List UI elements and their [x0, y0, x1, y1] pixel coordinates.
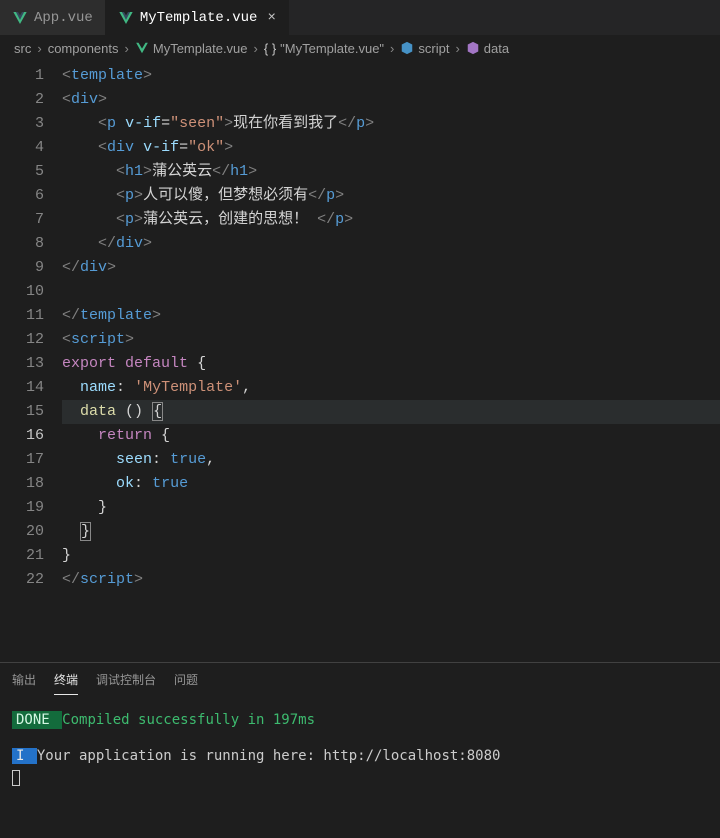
code-line: <div v-if="ok"> — [62, 136, 720, 160]
panel-tab-terminal[interactable]: 终端 — [54, 671, 78, 695]
cube-icon — [400, 41, 414, 55]
breadcrumb[interactable]: src › components › MyTemplate.vue › { } … — [0, 36, 720, 60]
vue-icon — [135, 41, 149, 55]
code-line: <template> — [62, 64, 720, 88]
line-number-gutter: 1 2 3 4 5 6 7 8 9 10 11 12 13 14 15 16 1… — [0, 60, 62, 662]
code-line: </div> — [62, 256, 720, 280]
tab-label: MyTemplate.vue — [140, 10, 258, 26]
code-line-active: data () { — [62, 400, 720, 424]
close-icon[interactable]: × — [267, 10, 275, 26]
code-editor[interactable]: 1 2 3 4 5 6 7 8 9 10 11 12 13 14 15 16 1… — [0, 60, 720, 662]
tab-label: App.vue — [34, 10, 93, 26]
code-line: seen: true, — [62, 448, 720, 472]
code-line: </script> — [62, 568, 720, 592]
done-badge: DONE — [12, 711, 62, 729]
code-line: <p v-if="seen">现在你看到我了</p> — [62, 112, 720, 136]
code-line: <h1>蒲公英云</h1> — [62, 160, 720, 184]
chevron-right-icon: › — [254, 41, 258, 56]
code-line: return { — [62, 424, 720, 448]
code-content[interactable]: <template> <div> <p v-if="seen">现在你看到我了<… — [62, 60, 720, 662]
breadcrumb-item[interactable]: data — [484, 41, 509, 56]
code-line: <p>蒲公英云，创建的思想！ </p> — [62, 208, 720, 232]
breadcrumb-item[interactable]: MyTemplate.vue — [153, 41, 248, 56]
cube-icon — [466, 41, 480, 55]
info-badge: I — [12, 748, 37, 764]
panel-tab-problems[interactable]: 问题 — [174, 671, 198, 695]
code-line — [62, 280, 720, 304]
code-line: <script> — [62, 328, 720, 352]
chevron-right-icon: › — [125, 41, 129, 56]
terminal-line: DONE Compiled successfully in 197ms — [12, 709, 708, 731]
panel-tab-output[interactable]: 输出 — [12, 671, 36, 695]
terminal-output[interactable]: DONE Compiled successfully in 197ms I Yo… — [0, 695, 720, 838]
code-line: <div> — [62, 88, 720, 112]
vue-icon — [12, 10, 28, 26]
editor-tabs: App.vue MyTemplate.vue × — [0, 0, 720, 36]
code-line: <p>人可以傻，但梦想必须有</p> — [62, 184, 720, 208]
code-line: </template> — [62, 304, 720, 328]
panel-tabs: 输出 终端 调试控制台 问题 — [0, 663, 720, 695]
tab-app-vue[interactable]: App.vue — [0, 0, 106, 35]
braces-icon: { } — [264, 41, 276, 56]
terminal-cursor — [12, 767, 708, 789]
breadcrumb-item[interactable]: "MyTemplate.vue" — [280, 41, 384, 56]
code-line: } — [62, 544, 720, 568]
code-line: } — [62, 496, 720, 520]
code-line: export default { — [62, 352, 720, 376]
code-line: ok: true — [62, 472, 720, 496]
vue-icon — [118, 10, 134, 26]
breadcrumb-item[interactable]: src — [14, 41, 31, 56]
chevron-right-icon: › — [390, 41, 394, 56]
breadcrumb-item[interactable]: components — [48, 41, 119, 56]
code-line: name: 'MyTemplate', — [62, 376, 720, 400]
bottom-panel: 输出 终端 调试控制台 问题 DONE Compiled successfull… — [0, 662, 720, 838]
panel-tab-debug[interactable]: 调试控制台 — [96, 671, 156, 695]
breadcrumb-item[interactable]: script — [418, 41, 449, 56]
terminal-line: I Your application is running here: http… — [12, 745, 708, 767]
code-line: </div> — [62, 232, 720, 256]
tab-mytemplate-vue[interactable]: MyTemplate.vue × — [106, 0, 289, 35]
chevron-right-icon: › — [455, 41, 459, 56]
chevron-right-icon: › — [37, 41, 41, 56]
code-line: } — [62, 520, 720, 544]
